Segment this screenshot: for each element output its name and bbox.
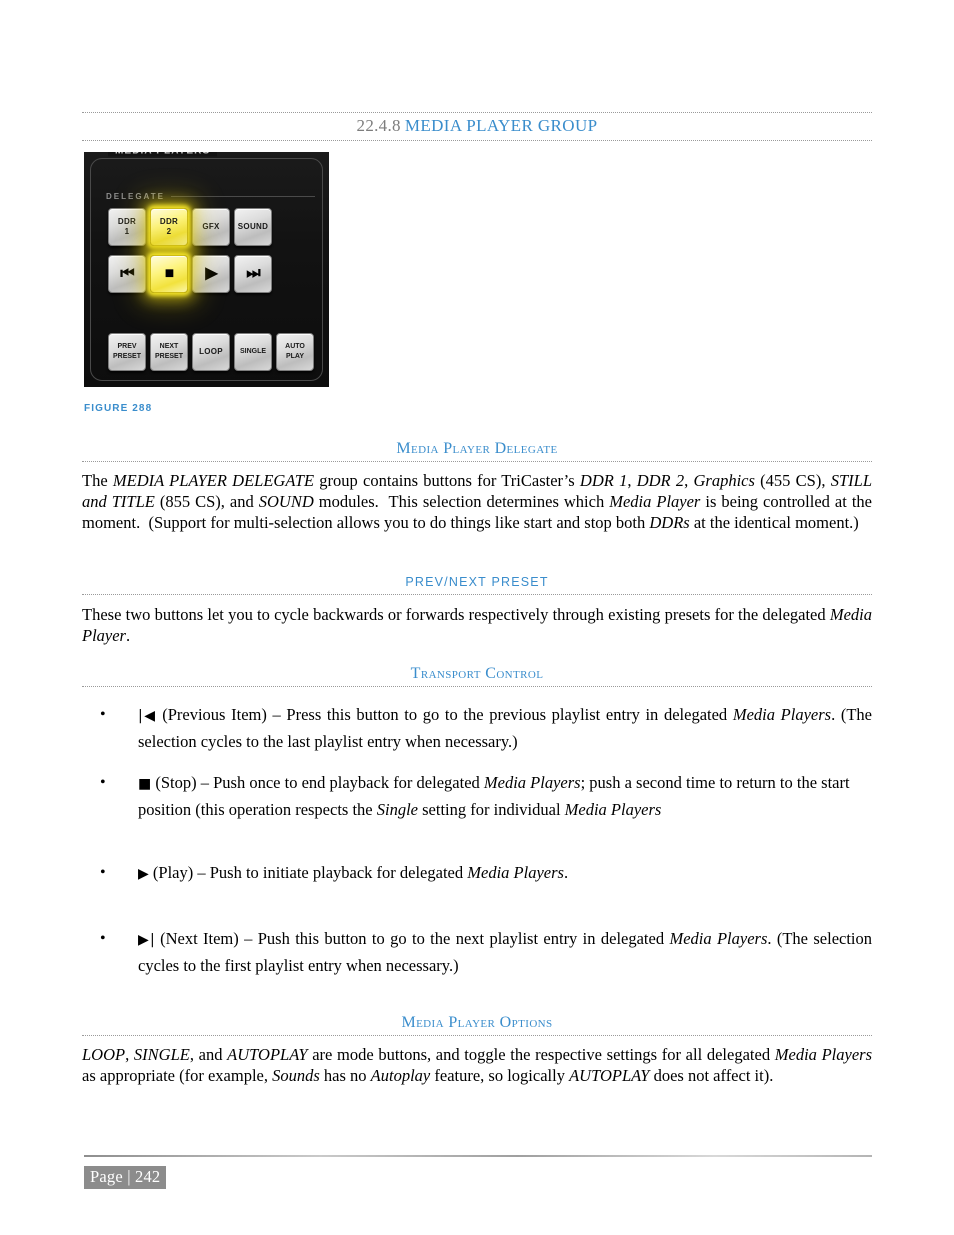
footer-divider	[84, 1155, 872, 1157]
key-label-line2: 1	[124, 227, 130, 236]
heading-text: Media Player Delegate	[396, 440, 558, 457]
list-item: • ▶| (Next Item) – Push this button to g…	[100, 926, 872, 978]
heading-transport-control: Transport Control	[82, 665, 872, 687]
section-heading: 22.4.8 MEDIA PLAYER GROUP	[82, 112, 872, 141]
previous-item-icon: ⏮	[120, 265, 134, 282]
key-label-line1: LOOP	[199, 347, 223, 356]
figure-media-players-panel: MEDIA PLAYERS DELEGATE DDR1DDR2GFXSOUND …	[84, 152, 329, 387]
key-label-line1: DDR	[159, 217, 179, 226]
bullet-text: |◀ (Previous Item) – Press this button t…	[138, 705, 872, 751]
key-label-line1: NEXT	[159, 343, 179, 350]
panel-stop-button[interactable]: ■	[150, 255, 188, 293]
play-icon: ▶	[205, 265, 217, 282]
stop-icon: ■	[164, 265, 175, 282]
panel-ddr-1-button[interactable]: DDR 1	[108, 208, 146, 246]
heading-media-player-options: Media Player Options	[82, 1014, 872, 1036]
key-label-line2: 2	[166, 227, 172, 236]
panel-prev-preset-button[interactable]: PREV PRESET	[108, 333, 146, 371]
key-label-line2: PLAY	[285, 353, 305, 360]
key-label-line1: DDR	[117, 217, 137, 226]
play-icon: ▶	[138, 866, 149, 882]
delegate-label: DELEGATE	[106, 191, 165, 201]
bullet-text: ▶| (Next Item) – Push this button to go …	[138, 929, 873, 975]
bullet-marker: •	[100, 930, 106, 947]
section-number: 22.4.8	[356, 116, 401, 135]
heading-media-player-delegate: Media Player Delegate	[82, 440, 872, 462]
section-title: MEDIA PLAYER GROUP	[404, 116, 598, 135]
key-label-line2: PRESET	[154, 353, 183, 360]
next-item-icon: ⏭	[246, 265, 260, 282]
stop-icon: ■	[138, 776, 152, 792]
paragraph-media-player-delegate: The MEDIA PLAYER DELEGATE group contains…	[82, 471, 872, 532]
delegate-button-row: DDR 1 DDR 2 GFX SOUND	[108, 208, 272, 246]
delegate-rule	[170, 195, 315, 197]
bullet-marker: •	[100, 774, 106, 791]
delegate-section-label: DELEGATE	[106, 190, 315, 202]
panel-next-item-button[interactable]: ⏭	[234, 255, 272, 293]
panel-previous-item-button[interactable]: ⏮	[108, 255, 146, 293]
key-label-line1: SINGLE	[239, 348, 267, 355]
key-label-line1: SOUND	[237, 222, 269, 231]
transport-button-row: ⏮ ■ ▶ ⏭	[108, 255, 272, 293]
panel-play-button[interactable]: ▶	[192, 255, 230, 293]
bullet-text: ■ (Stop) – Push once to end playback for…	[138, 773, 850, 819]
heading-text: PREV/NEXT PRESET	[405, 575, 549, 589]
bullet-marker: •	[100, 864, 106, 881]
previous-item-icon: |◀	[138, 708, 157, 724]
key-label-line1: PREV	[117, 343, 137, 350]
options-button-row: PREV PRESET NEXT PRESET LOOP SINGLE AUTO PLAY	[108, 333, 314, 371]
list-item: • ▶ (Play) – Push to initiate playback f…	[100, 860, 872, 887]
panel-gfx-button[interactable]: GFX	[192, 208, 230, 246]
heading-text: Media Player Options	[401, 1014, 553, 1031]
bullet-text: ▶ (Play) – Push to initiate playback for…	[138, 863, 569, 882]
heading-text: Transport Control	[410, 665, 544, 682]
key-label-line2: PRESET	[112, 353, 141, 360]
key-label-line1: AUTO	[285, 343, 305, 350]
panel-next-preset-button[interactable]: NEXT PRESET	[150, 333, 188, 371]
document-page: 22.4.8 MEDIA PLAYER GROUP MEDIA PLAYERS …	[0, 0, 954, 1235]
paragraph-prev-next-preset: These two buttons let you to cycle backw…	[82, 605, 872, 645]
list-item: • ■ (Stop) – Push once to end playback f…	[100, 770, 872, 822]
key-label-line1: GFX	[202, 222, 220, 231]
bullet-marker: •	[100, 706, 106, 723]
panel-ddr-2-button[interactable]: DDR 2	[150, 208, 188, 246]
panel-title: MEDIA PLAYERS	[108, 152, 218, 157]
panel-auto-play-button[interactable]: AUTO PLAY	[276, 333, 314, 371]
list-item: • |◀ (Previous Item) – Press this button…	[100, 702, 872, 754]
panel-single-button[interactable]: SINGLE	[234, 333, 272, 371]
panel-sound-button[interactable]: SOUND	[234, 208, 272, 246]
page-number: Page | 242	[84, 1166, 167, 1189]
panel-loop-button[interactable]: LOOP	[192, 333, 230, 371]
next-item-icon: ▶|	[138, 932, 155, 948]
heading-prev-next-preset: PREV/NEXT PRESET	[82, 573, 872, 595]
figure-caption: FIGURE 288	[84, 403, 153, 414]
paragraph-media-player-options: LOOP, SINGLE, and AUTOPLAY are mode butt…	[82, 1045, 873, 1085]
